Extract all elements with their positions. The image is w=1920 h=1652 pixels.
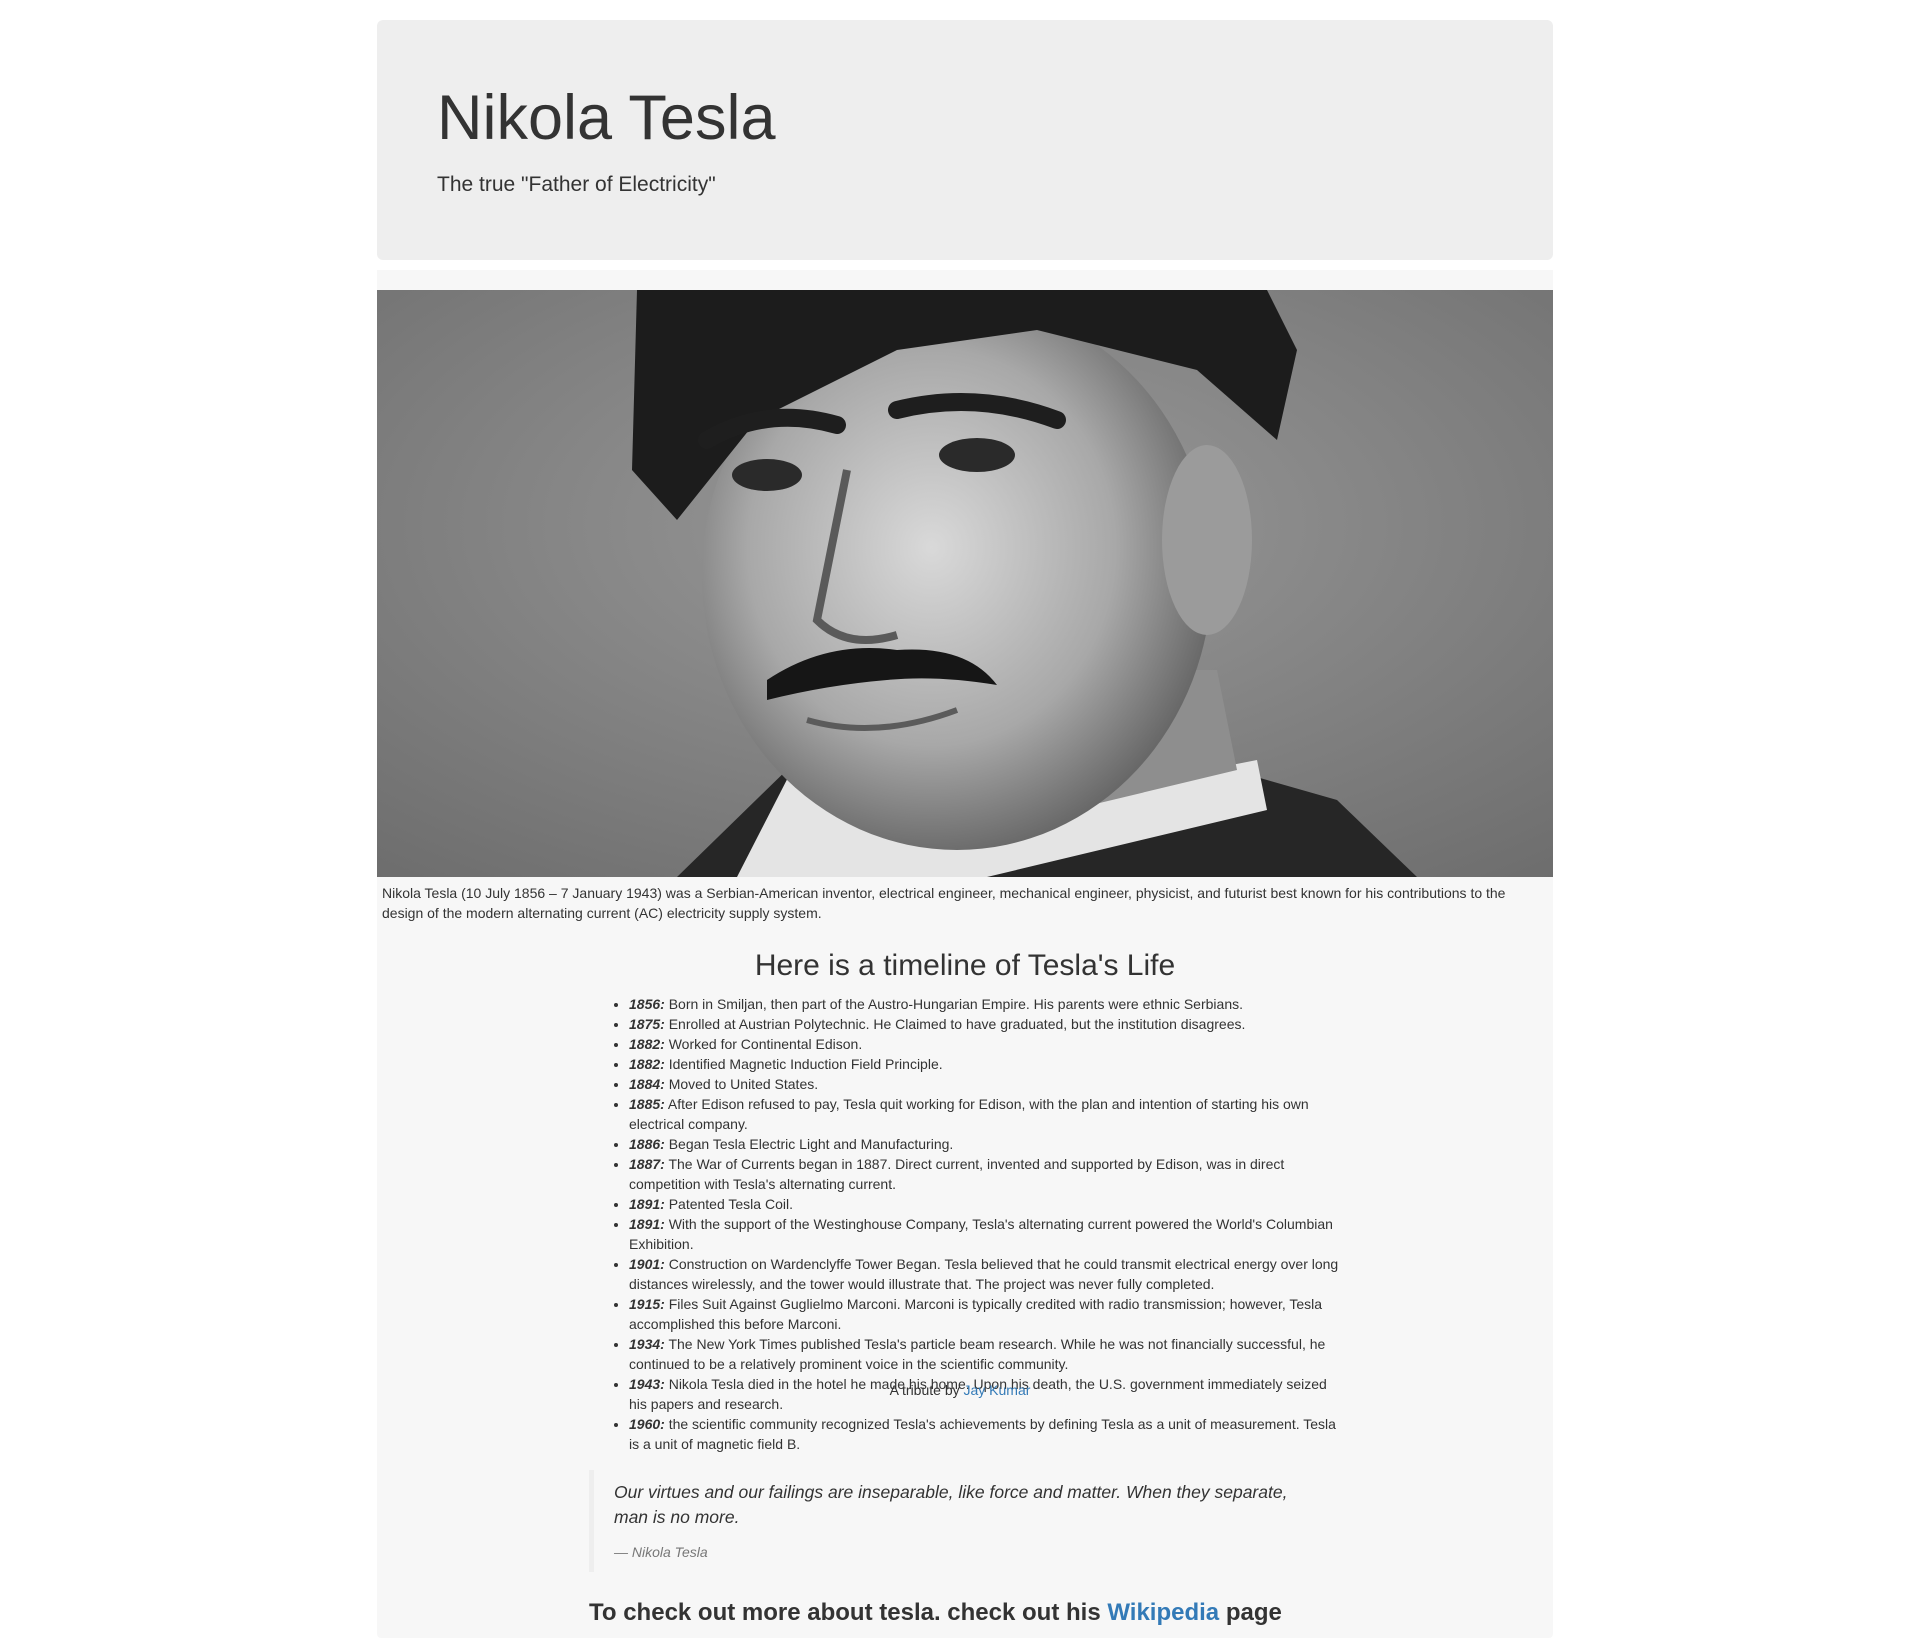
- timeline-year: 1884:: [629, 1076, 665, 1092]
- timeline-year: 1856:: [629, 996, 665, 1012]
- timeline-text: After Edison refused to pay, Tesla quit …: [629, 1096, 1309, 1132]
- page-subtitle: The true "Father of Electricity": [437, 173, 716, 197]
- timeline-item: 1856: Born in Smiljan, then part of the …: [629, 994, 1341, 1014]
- timeline-item: 1901: Construction on Wardenclyffe Tower…: [629, 1254, 1341, 1294]
- timeline-item: 1960: the scientific community recognize…: [629, 1414, 1341, 1454]
- timeline-year: 1891:: [629, 1216, 665, 1232]
- timeline-year: 1875:: [629, 1016, 665, 1032]
- timeline-text: The New York Times published Tesla's par…: [629, 1336, 1326, 1372]
- timeline-year: 1934:: [629, 1336, 665, 1352]
- portrait-caption: Nikola Tesla (10 July 1856 – 7 January 1…: [382, 885, 1506, 921]
- timeline-text: Construction on Wardenclyffe Tower Began…: [629, 1256, 1339, 1292]
- timeline-item: 1882: Worked for Continental Edison.: [629, 1034, 1341, 1054]
- tesla-portrait-image: [377, 290, 1553, 877]
- timeline-text: Patented Tesla Coil.: [664, 1196, 793, 1212]
- timeline-year: 1915:: [629, 1296, 665, 1312]
- timeline-year: 1887:: [629, 1156, 665, 1172]
- timeline-item: 1886: Began Tesla Electric Light and Man…: [629, 1134, 1341, 1154]
- timeline-item: 1875: Enrolled at Austrian Polytechnic. …: [629, 1014, 1341, 1034]
- more-info-text: To check out more about tesla. check out…: [589, 1598, 1341, 1628]
- timeline-text: Born in Smiljan, then part of the Austro…: [664, 996, 1243, 1012]
- timeline-year: 1885:: [629, 1096, 665, 1112]
- main-content: Nikola Tesla (10 July 1856 – 7 January 1…: [377, 270, 1553, 1638]
- timeline-item: 1891: With the support of the Westinghou…: [629, 1214, 1341, 1254]
- timeline-year: 1901:: [629, 1256, 665, 1272]
- timeline-year: 1886:: [629, 1136, 665, 1152]
- timeline-text: Files Suit Against Guglielmo Marconi. Ma…: [629, 1296, 1323, 1332]
- more-info-prefix: To check out more about tesla. check out…: [589, 1599, 1108, 1626]
- timeline-year: 1882:: [629, 1036, 665, 1052]
- author-link[interactable]: Jay Kumar: [964, 1382, 1031, 1398]
- wikipedia-link[interactable]: Wikipedia: [1107, 1599, 1219, 1626]
- timeline-text: Worked for Continental Edison.: [664, 1036, 863, 1052]
- timeline-item: 1915: Files Suit Against Guglielmo Marco…: [629, 1294, 1341, 1334]
- timeline-item: 1885: After Edison refused to pay, Tesla…: [629, 1094, 1341, 1134]
- timeline-text: Identified Magnetic Induction Field Prin…: [664, 1056, 943, 1072]
- tesla-quote: Our virtues and our failings are insepar…: [589, 1470, 1341, 1572]
- quote-text: Our virtues and our failings are insepar…: [614, 1482, 1288, 1527]
- timeline-year: 1960:: [629, 1416, 665, 1432]
- timeline-text: The War of Currents began in 1887. Direc…: [629, 1156, 1285, 1192]
- timeline-text: the scientific community recognized Tesl…: [629, 1416, 1336, 1452]
- timeline-year: 1891:: [629, 1196, 665, 1212]
- more-info-suffix: page: [1219, 1599, 1282, 1626]
- timeline-item: 1934: The New York Times published Tesla…: [629, 1334, 1341, 1374]
- timeline-text: With the support of the Westinghouse Com…: [629, 1216, 1333, 1252]
- timeline-text: Enrolled at Austrian Polytechnic. He Cla…: [664, 1016, 1246, 1032]
- jumbotron-header: Nikola Tesla The true "Father of Electri…: [377, 20, 1553, 260]
- timeline-year: 1882:: [629, 1056, 665, 1072]
- timeline-item: 1882: Identified Magnetic Induction Fiel…: [629, 1054, 1341, 1074]
- timeline-item: 1887: The War of Currents began in 1887.…: [629, 1154, 1341, 1194]
- footer: A tribute by Jay Kumar: [0, 1380, 1920, 1400]
- timeline-text: Moved to United States.: [664, 1076, 819, 1092]
- timeline-text: Began Tesla Electric Light and Manufactu…: [664, 1136, 954, 1152]
- quote-attribution: — Nikola Tesla: [614, 1544, 708, 1560]
- page-title: Nikola Tesla: [437, 83, 776, 153]
- timeline-item: 1891: Patented Tesla Coil.: [629, 1194, 1341, 1214]
- timeline-item: 1884: Moved to United States.: [629, 1074, 1341, 1094]
- timeline-title: Here is a timeline of Tesla's Life: [754, 949, 1176, 982]
- footer-prefix: A tribute by: [889, 1382, 964, 1398]
